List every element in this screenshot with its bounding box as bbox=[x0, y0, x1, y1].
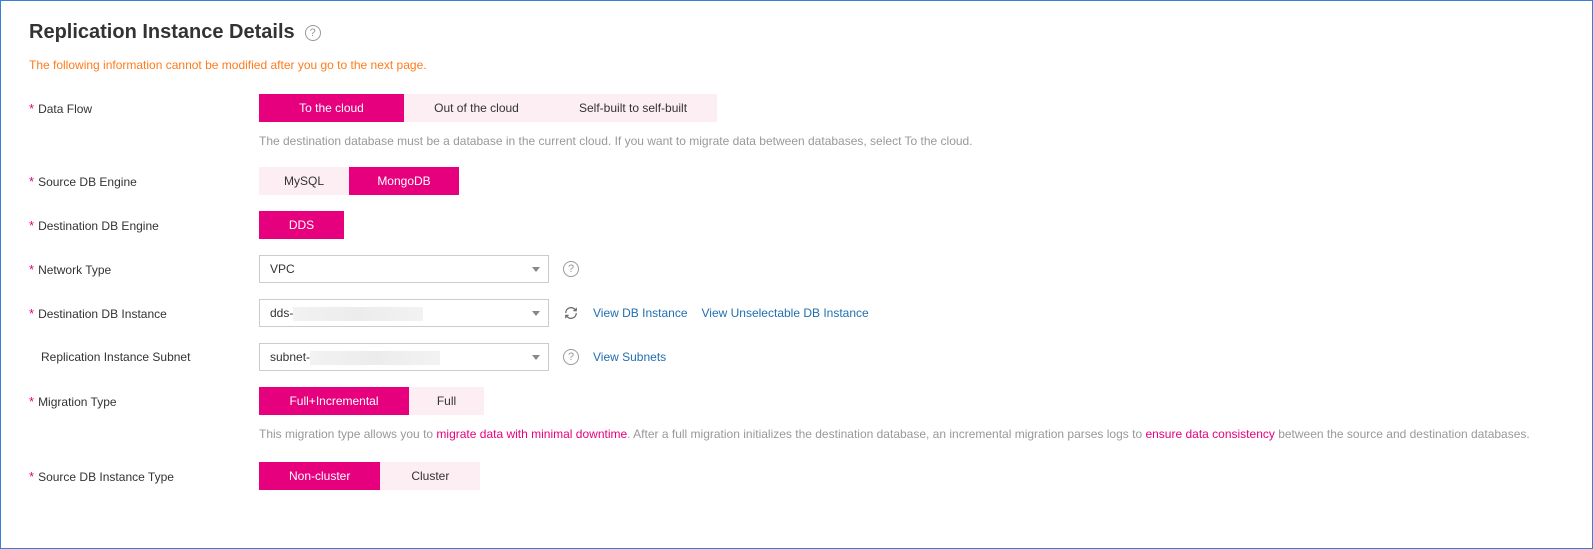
label-data-flow: *Data Flow bbox=[29, 94, 259, 116]
label-replication-subnet: Replication Instance Subnet bbox=[29, 343, 259, 364]
subnet-prefix: subnet- bbox=[270, 350, 310, 364]
option-non-cluster[interactable]: Non-cluster bbox=[259, 462, 380, 490]
page-title: Replication Instance Details ? bbox=[29, 21, 1564, 44]
source-db-instance-type-options: Non-cluster Cluster bbox=[259, 462, 480, 490]
help-icon[interactable]: ? bbox=[563, 349, 579, 365]
view-unselectable-db-instance-link[interactable]: View Unselectable DB Instance bbox=[702, 306, 869, 320]
label-migration-type: *Migration Type bbox=[29, 387, 259, 409]
label-source-db-engine: *Source DB Engine bbox=[29, 167, 259, 189]
row-data-flow: *Data Flow To the cloud Out of the cloud… bbox=[29, 94, 1564, 151]
required-icon: * bbox=[29, 469, 34, 484]
data-flow-options: To the cloud Out of the cloud Self-built… bbox=[259, 94, 973, 122]
row-destination-db-engine: *Destination DB Engine DDS bbox=[29, 211, 1564, 239]
option-full-incremental[interactable]: Full+Incremental bbox=[259, 387, 409, 415]
data-flow-hint: The destination database must be a datab… bbox=[259, 132, 973, 151]
view-db-instance-link[interactable]: View DB Instance bbox=[593, 306, 688, 320]
option-full[interactable]: Full bbox=[409, 387, 484, 415]
chevron-down-icon bbox=[532, 267, 540, 272]
label-network-type: *Network Type bbox=[29, 255, 259, 277]
required-icon: * bbox=[29, 306, 34, 321]
dest-instance-prefix: dds- bbox=[270, 306, 293, 320]
destination-db-engine-options: DDS bbox=[259, 211, 344, 239]
help-icon[interactable]: ? bbox=[305, 25, 321, 41]
required-icon: * bbox=[29, 218, 34, 233]
source-db-engine-options: MySQL MongoDB bbox=[259, 167, 459, 195]
option-cluster[interactable]: Cluster bbox=[380, 462, 480, 490]
required-icon: * bbox=[29, 394, 34, 409]
redacted-text bbox=[310, 351, 440, 365]
page-title-text: Replication Instance Details bbox=[29, 21, 295, 44]
option-mysql[interactable]: MySQL bbox=[259, 167, 349, 195]
view-subnets-link[interactable]: View Subnets bbox=[593, 350, 666, 364]
required-icon: * bbox=[29, 101, 34, 116]
row-source-db-engine: *Source DB Engine MySQL MongoDB bbox=[29, 167, 1564, 195]
replication-subnet-select[interactable]: subnet- bbox=[259, 343, 549, 371]
option-mongodb[interactable]: MongoDB bbox=[349, 167, 459, 195]
row-destination-db-instance: *Destination DB Instance dds- View DB In… bbox=[29, 299, 1564, 327]
migration-type-hint: This migration type allows you to migrat… bbox=[259, 425, 1530, 444]
row-migration-type: *Migration Type Full+Incremental Full bbox=[29, 387, 1564, 415]
replication-instance-details-panel: Replication Instance Details ? The follo… bbox=[0, 0, 1593, 549]
label-destination-db-instance: *Destination DB Instance bbox=[29, 299, 259, 321]
network-type-select[interactable]: VPC bbox=[259, 255, 549, 283]
chevron-down-icon bbox=[532, 311, 540, 316]
option-out-of-the-cloud[interactable]: Out of the cloud bbox=[404, 94, 549, 122]
option-to-the-cloud[interactable]: To the cloud bbox=[259, 94, 404, 122]
required-icon: * bbox=[29, 174, 34, 189]
required-icon: * bbox=[29, 262, 34, 277]
row-replication-subnet: Replication Instance Subnet subnet- ? Vi… bbox=[29, 343, 1564, 371]
option-self-built[interactable]: Self-built to self-built bbox=[549, 94, 717, 122]
refresh-icon[interactable] bbox=[563, 305, 579, 321]
warning-message: The following information cannot be modi… bbox=[29, 58, 1564, 72]
help-icon[interactable]: ? bbox=[563, 261, 579, 277]
row-network-type: *Network Type VPC ? bbox=[29, 255, 1564, 283]
option-dds[interactable]: DDS bbox=[259, 211, 344, 239]
row-migration-type-hint: This migration type allows you to migrat… bbox=[29, 425, 1564, 444]
destination-db-instance-select[interactable]: dds- bbox=[259, 299, 549, 327]
redacted-text bbox=[293, 307, 423, 321]
network-type-value: VPC bbox=[270, 262, 295, 276]
label-destination-db-engine: *Destination DB Engine bbox=[29, 211, 259, 233]
migration-type-options: Full+Incremental Full bbox=[259, 387, 484, 415]
label-source-db-instance-type: *Source DB Instance Type bbox=[29, 462, 259, 484]
chevron-down-icon bbox=[532, 355, 540, 360]
row-source-db-instance-type: *Source DB Instance Type Non-cluster Clu… bbox=[29, 462, 1564, 490]
